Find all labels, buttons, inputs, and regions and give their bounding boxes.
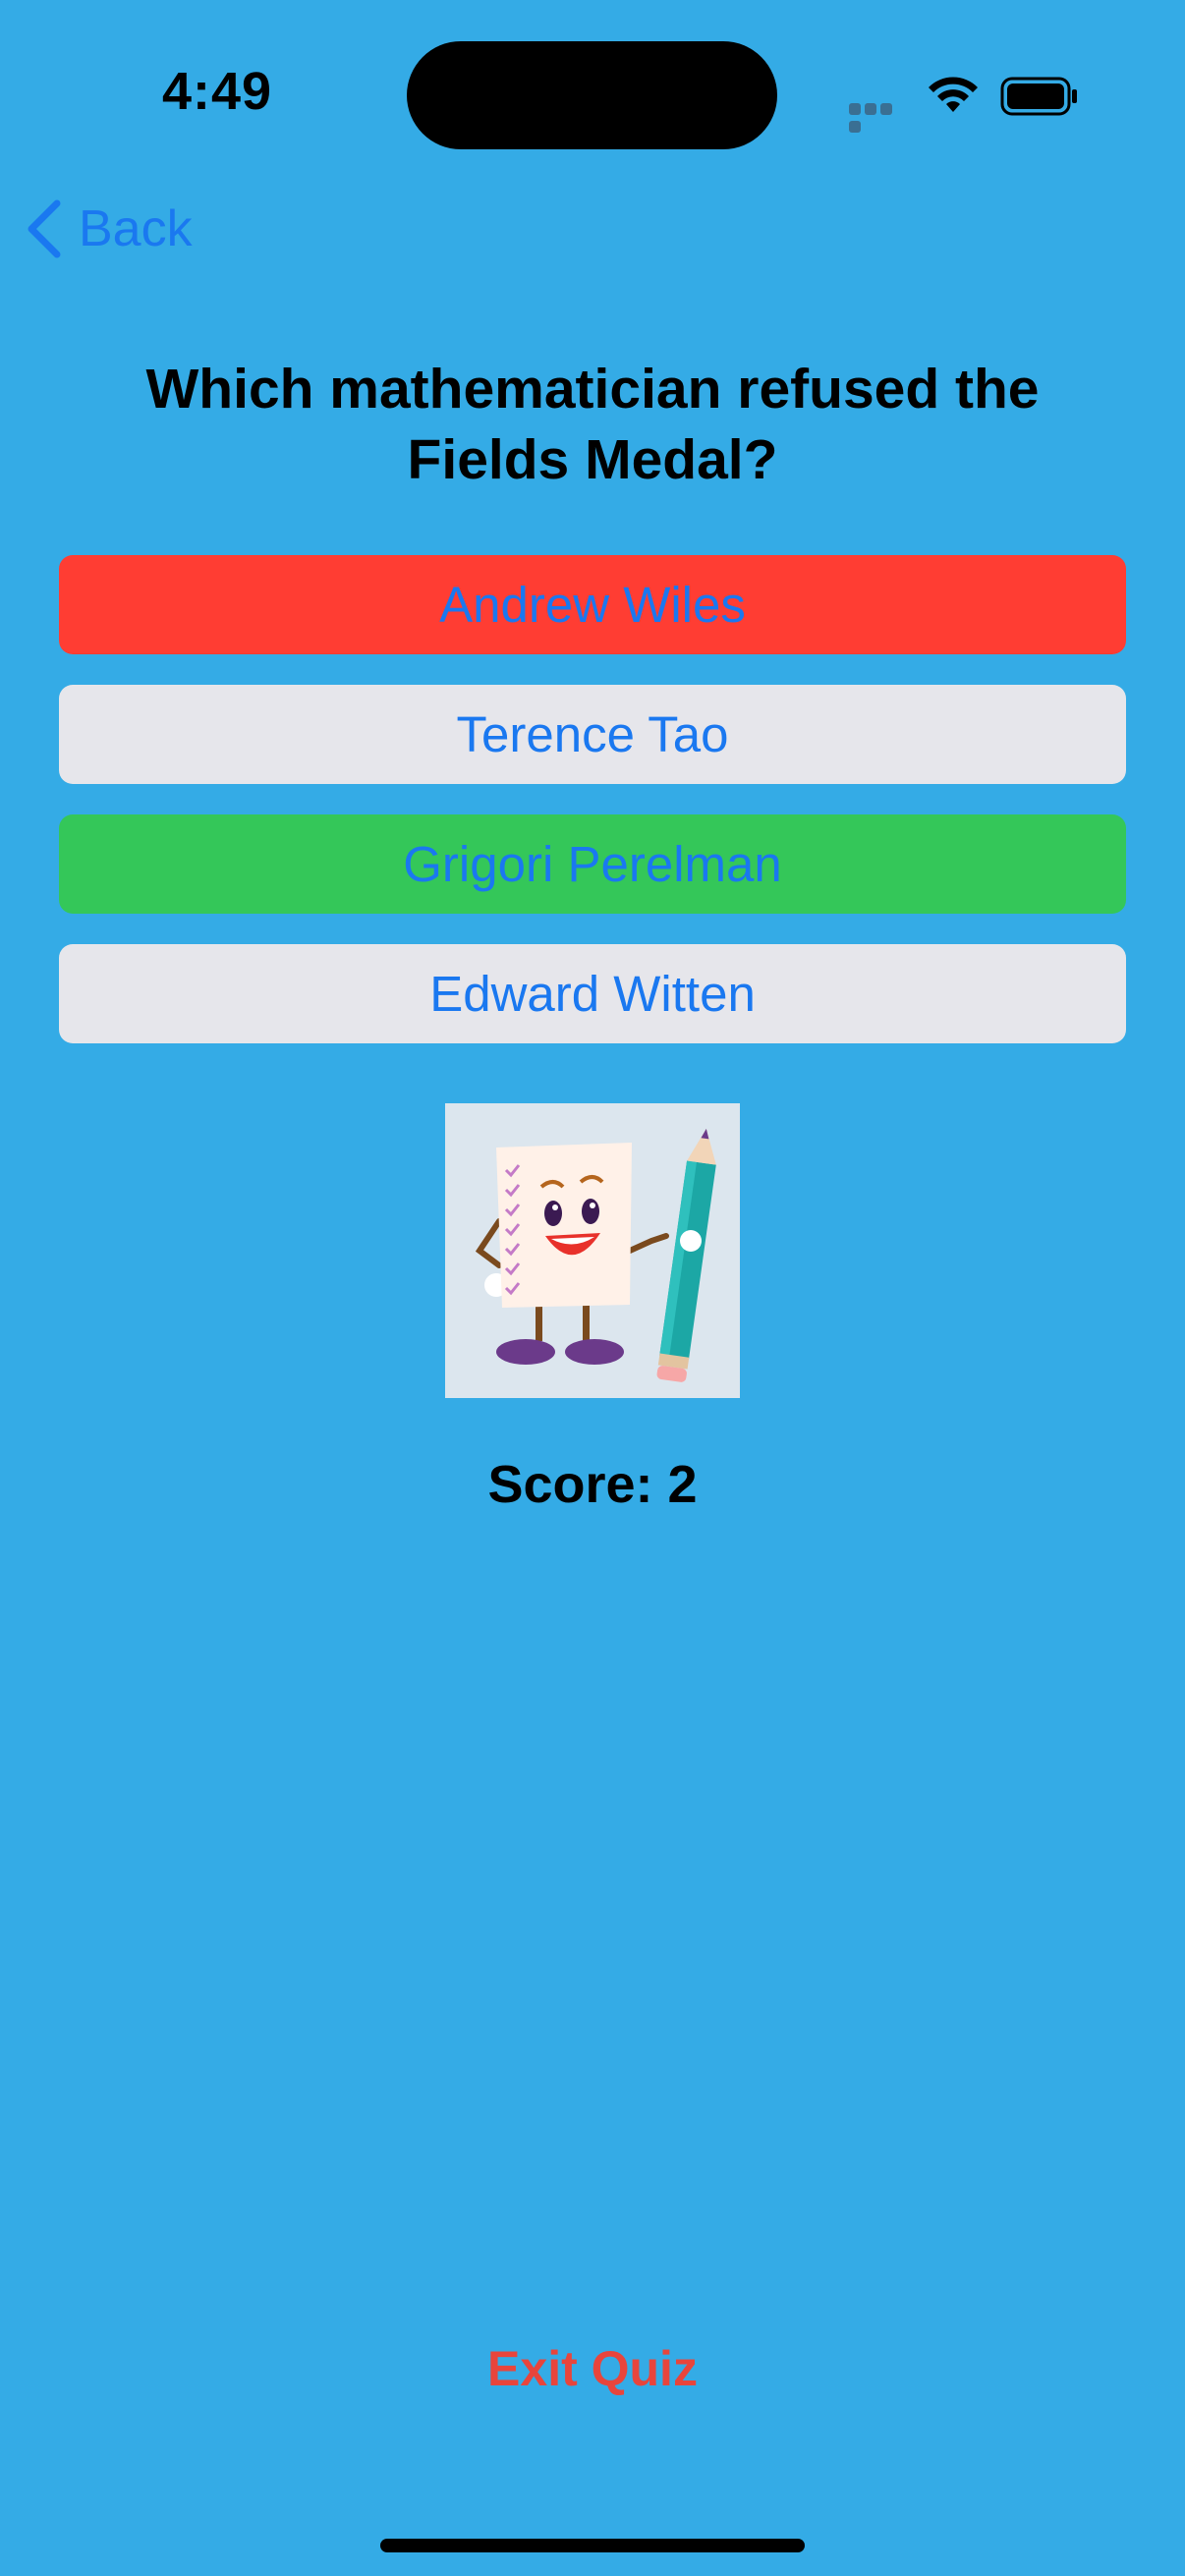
cellular-signal-icon	[849, 102, 908, 133]
home-indicator[interactable]	[380, 2539, 805, 2552]
back-label: Back	[79, 200, 193, 257]
status-time: 4:49	[162, 62, 273, 121]
answer-button-1[interactable]: Andrew Wiles	[59, 555, 1126, 654]
exit-quiz-button[interactable]: Exit Quiz	[0, 2340, 1185, 2397]
score-label: Score: 2	[487, 1455, 698, 1514]
answer-button-3[interactable]: Grigori Perelman	[59, 814, 1126, 914]
wifi-icon	[929, 77, 978, 112]
back-button[interactable]: Back	[24, 195, 193, 263]
smiling-paper-with-pencil-icon	[445, 1103, 740, 1398]
question-text: Which mathematician refused the Fields M…	[145, 358, 1040, 491]
dynamic-island	[407, 41, 777, 149]
answer-button-4[interactable]: Edward Witten	[59, 944, 1126, 1043]
chevron-left-icon	[28, 199, 61, 258]
battery-icon	[1000, 77, 1077, 116]
answer-button-2[interactable]: Terence Tao	[59, 685, 1126, 784]
